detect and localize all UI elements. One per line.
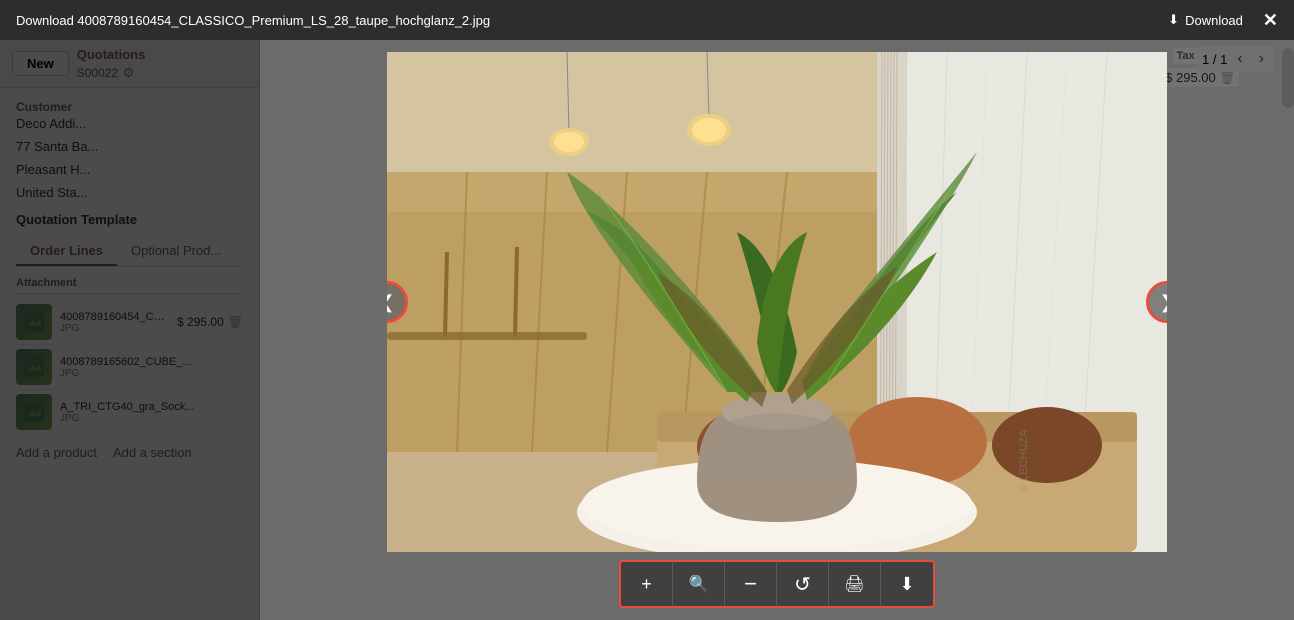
search-button[interactable]: 🔍 bbox=[673, 562, 725, 606]
zoom-out-button[interactable]: − bbox=[725, 562, 777, 606]
zoom-in-button[interactable]: + bbox=[621, 562, 673, 606]
viewer-toolbar: + 🔍 − ↺ 🖨 ⬇ bbox=[619, 560, 935, 608]
print-icon: 🖨 bbox=[844, 574, 864, 594]
viewer-download-button[interactable]: ⬇ bbox=[881, 562, 933, 606]
zoom-out-icon: − bbox=[744, 571, 757, 597]
svg-text:© LECHUZA: © LECHUZA bbox=[1018, 429, 1030, 492]
zoom-in-icon: + bbox=[641, 574, 652, 595]
image-viewer: © LECHUZA bbox=[260, 40, 1294, 620]
search-icon: 🔍 bbox=[689, 574, 709, 594]
download-button[interactable]: ⬇ Download bbox=[1168, 12, 1243, 28]
rotate-button[interactable]: ↺ bbox=[777, 562, 829, 606]
viewer-download-icon: ⬇ bbox=[899, 574, 914, 595]
close-button[interactable]: ✕ bbox=[1263, 10, 1278, 31]
main-layout: New Quotations S00022 ⚙ Customer Deco Ad… bbox=[0, 40, 1294, 620]
print-button[interactable]: 🖨 bbox=[829, 562, 881, 606]
download-bar: Download 4008789160454_CLASSICO_Premium_… bbox=[0, 0, 1294, 40]
plant-scene-svg: © LECHUZA bbox=[387, 52, 1167, 552]
rotate-icon: ↺ bbox=[794, 572, 811, 597]
image-container: © LECHUZA bbox=[387, 52, 1167, 552]
download-icon: ⬇ bbox=[1168, 12, 1179, 28]
download-title: Download 4008789160454_CLASSICO_Premium_… bbox=[16, 13, 1168, 28]
